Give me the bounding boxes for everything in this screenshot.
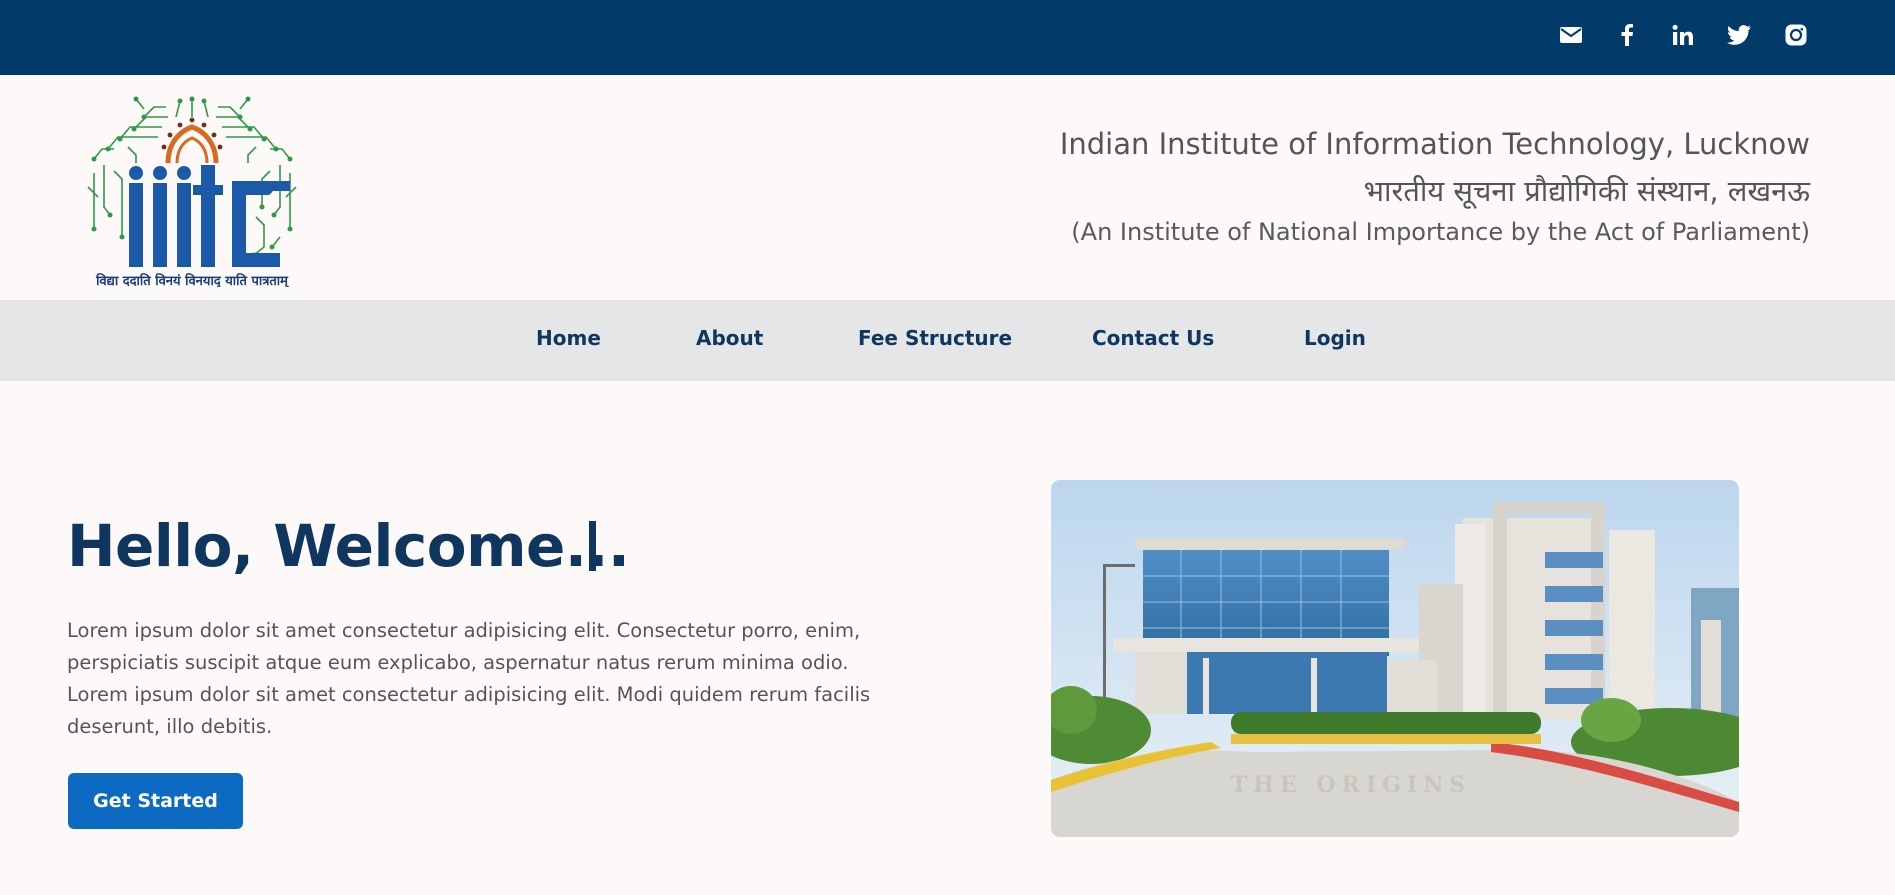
hero-title: Hello, Welcome... <box>67 512 630 580</box>
nav-login[interactable]: Login <box>1304 326 1366 350</box>
get-started-button[interactable]: Get Started <box>68 773 243 829</box>
campus-building-image: THE ORIGINS <box>1051 480 1739 837</box>
twitter-icon[interactable] <box>1725 21 1753 49</box>
site-header: विद्या ददाति विनयं विनयाद् याति पात्रताम… <box>0 75 1895 300</box>
hero-description-line: Lorem ipsum dolor sit amet consectetur a… <box>67 619 861 642</box>
nav-home[interactable]: Home <box>536 326 601 350</box>
nav-about[interactable]: About <box>696 326 763 350</box>
plaza-lettering: THE ORIGINS <box>1231 772 1471 798</box>
institute-name-hindi: भारतीय सूचना प्रौद्योगिकी संस्थान, लखनऊ <box>1363 174 1810 208</box>
institute-logo[interactable]: विद्या ददाति विनयं विनयाद् याति पात्रताम… <box>84 87 300 290</box>
hero-description-line: deserunt, illo debitis. <box>67 715 273 738</box>
logo-motto: विद्या ददाति विनयं विनयाद् याति पात्रताम… <box>95 273 291 287</box>
typing-cursor <box>589 521 596 571</box>
nav-fee-structure[interactable]: Fee Structure <box>858 326 1012 350</box>
hero-description: Lorem ipsum dolor sit amet consectetur a… <box>67 615 897 743</box>
nav-contact-us[interactable]: Contact Us <box>1092 326 1214 350</box>
hero-description-line: perspiciatis suscipit atque eum explicab… <box>67 651 849 674</box>
top-bar <box>0 0 1895 75</box>
main-nav: Home About Fee Structure Contact Us Logi… <box>0 300 1895 381</box>
institute-subtitle: (An Institute of National Importance by … <box>1071 218 1810 246</box>
instagram-icon[interactable] <box>1782 21 1810 49</box>
hero-description-line: Lorem ipsum dolor sit amet consectetur a… <box>67 683 871 706</box>
mail-icon[interactable] <box>1557 21 1585 49</box>
facebook-icon[interactable] <box>1613 21 1641 49</box>
linkedin-icon[interactable] <box>1669 21 1697 49</box>
institute-name-english: Indian Institute of Information Technolo… <box>1059 127 1810 161</box>
